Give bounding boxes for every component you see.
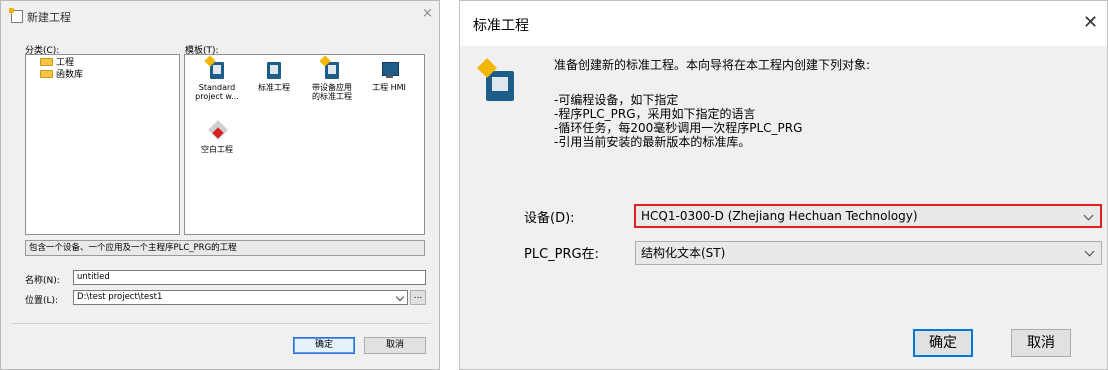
browse-button[interactable]: ... bbox=[410, 290, 426, 305]
close-icon[interactable]: × bbox=[422, 6, 433, 21]
cancel-button[interactable]: 取消 bbox=[364, 337, 426, 354]
template-empty-project[interactable]: 空白工程 bbox=[189, 120, 245, 154]
template-standard-project[interactable]: 标准工程 bbox=[246, 59, 302, 92]
templates-panel: Standard project w... 标准工程 带设备应用的标准工程 工程… bbox=[184, 54, 425, 235]
ok-button[interactable]: 确定 bbox=[913, 329, 973, 357]
chevron-down-icon bbox=[1084, 246, 1095, 257]
new-project-icon bbox=[9, 8, 23, 23]
tree-item-label: 函数库 bbox=[56, 70, 84, 80]
standard-project-icon bbox=[477, 58, 520, 103]
bullet-2: -程序PLC_PRG，采用如下指定的语言 bbox=[554, 107, 756, 121]
standard-project-icon bbox=[319, 55, 341, 79]
template-description: 包含一个设备、一个应用及一个主程序PLC_PRG的工程 bbox=[25, 240, 425, 256]
hmi-icon bbox=[380, 59, 399, 79]
name-label: 名称(N): bbox=[25, 276, 60, 286]
folder-icon bbox=[40, 58, 53, 66]
close-icon[interactable]: ✕ bbox=[1083, 12, 1098, 33]
standard-project-icon bbox=[265, 59, 283, 79]
template-standard-project-w[interactable]: Standard project w... bbox=[189, 55, 245, 101]
dialog-title-text: 新建工程 bbox=[27, 11, 71, 24]
standard-project-icon bbox=[204, 55, 226, 79]
new-project-dialog: 新建工程 × 分类(C): 模板(T): 工程 函数库 Standard pro… bbox=[0, 0, 440, 370]
dialog-title: 新建工程 bbox=[9, 8, 71, 25]
tree-item-project[interactable]: 工程 bbox=[40, 57, 74, 69]
plc-language-value: 结构化文本(ST) bbox=[641, 246, 726, 260]
tree-item-library[interactable]: 函数库 bbox=[40, 69, 83, 81]
empty-project-icon bbox=[208, 120, 228, 141]
chevron-down-icon bbox=[1083, 210, 1094, 221]
template-label: 标准工程 bbox=[258, 83, 290, 92]
bullet-4: -引用当前安装的最新版本的标准库。 bbox=[554, 135, 751, 149]
location-combo[interactable]: D:\test project\test1 bbox=[73, 290, 408, 305]
plc-language-select[interactable]: 结构化文本(ST) bbox=[635, 241, 1102, 265]
device-label: 设备(D): bbox=[524, 211, 575, 226]
intro-text: 准备创建新的标准工程。本向导将在本工程内创建下列对象: bbox=[554, 58, 871, 72]
bullet-3: -循环任务，每200毫秒调用一次程序PLC_PRG bbox=[554, 121, 803, 135]
template-label: 空白工程 bbox=[201, 145, 233, 154]
chevron-down-icon[interactable] bbox=[395, 292, 405, 302]
template-label: Standard project w... bbox=[195, 83, 239, 101]
device-select[interactable]: HCQ1-0300-D (Zhejiang Hechuan Technology… bbox=[634, 204, 1102, 228]
template-project-hmi[interactable]: 工程 HMI bbox=[361, 59, 417, 92]
folder-icon bbox=[40, 70, 53, 78]
dialog-title: 标准工程 bbox=[473, 18, 529, 34]
location-value: D:\test project\test1 bbox=[77, 292, 163, 302]
categories-tree[interactable]: 工程 函数库 bbox=[25, 54, 180, 235]
standard-project-dialog: 标准工程 ✕ 准备创建新的标准工程。本向导将在本工程内创建下列对象: -可编程设… bbox=[459, 0, 1108, 370]
plc-prg-label: PLC_PRG在: bbox=[524, 247, 599, 262]
location-label: 位置(L): bbox=[25, 296, 59, 306]
tree-item-label: 工程 bbox=[56, 58, 75, 68]
cancel-button[interactable]: 取消 bbox=[1011, 329, 1071, 357]
template-label: 带设备应用的标准工程 bbox=[312, 83, 352, 101]
divider bbox=[11, 323, 431, 324]
device-value: HCQ1-0300-D (Zhejiang Hechuan Technology… bbox=[641, 209, 918, 223]
name-input[interactable]: untitled bbox=[73, 270, 426, 285]
title-bar bbox=[460, 1, 1107, 46]
template-standard-project-with-app[interactable]: 带设备应用的标准工程 bbox=[303, 55, 361, 101]
ok-button[interactable]: 确定 bbox=[293, 337, 355, 354]
bullet-1: -可编程设备，如下指定 bbox=[554, 93, 679, 107]
template-label: 工程 HMI bbox=[372, 83, 406, 92]
